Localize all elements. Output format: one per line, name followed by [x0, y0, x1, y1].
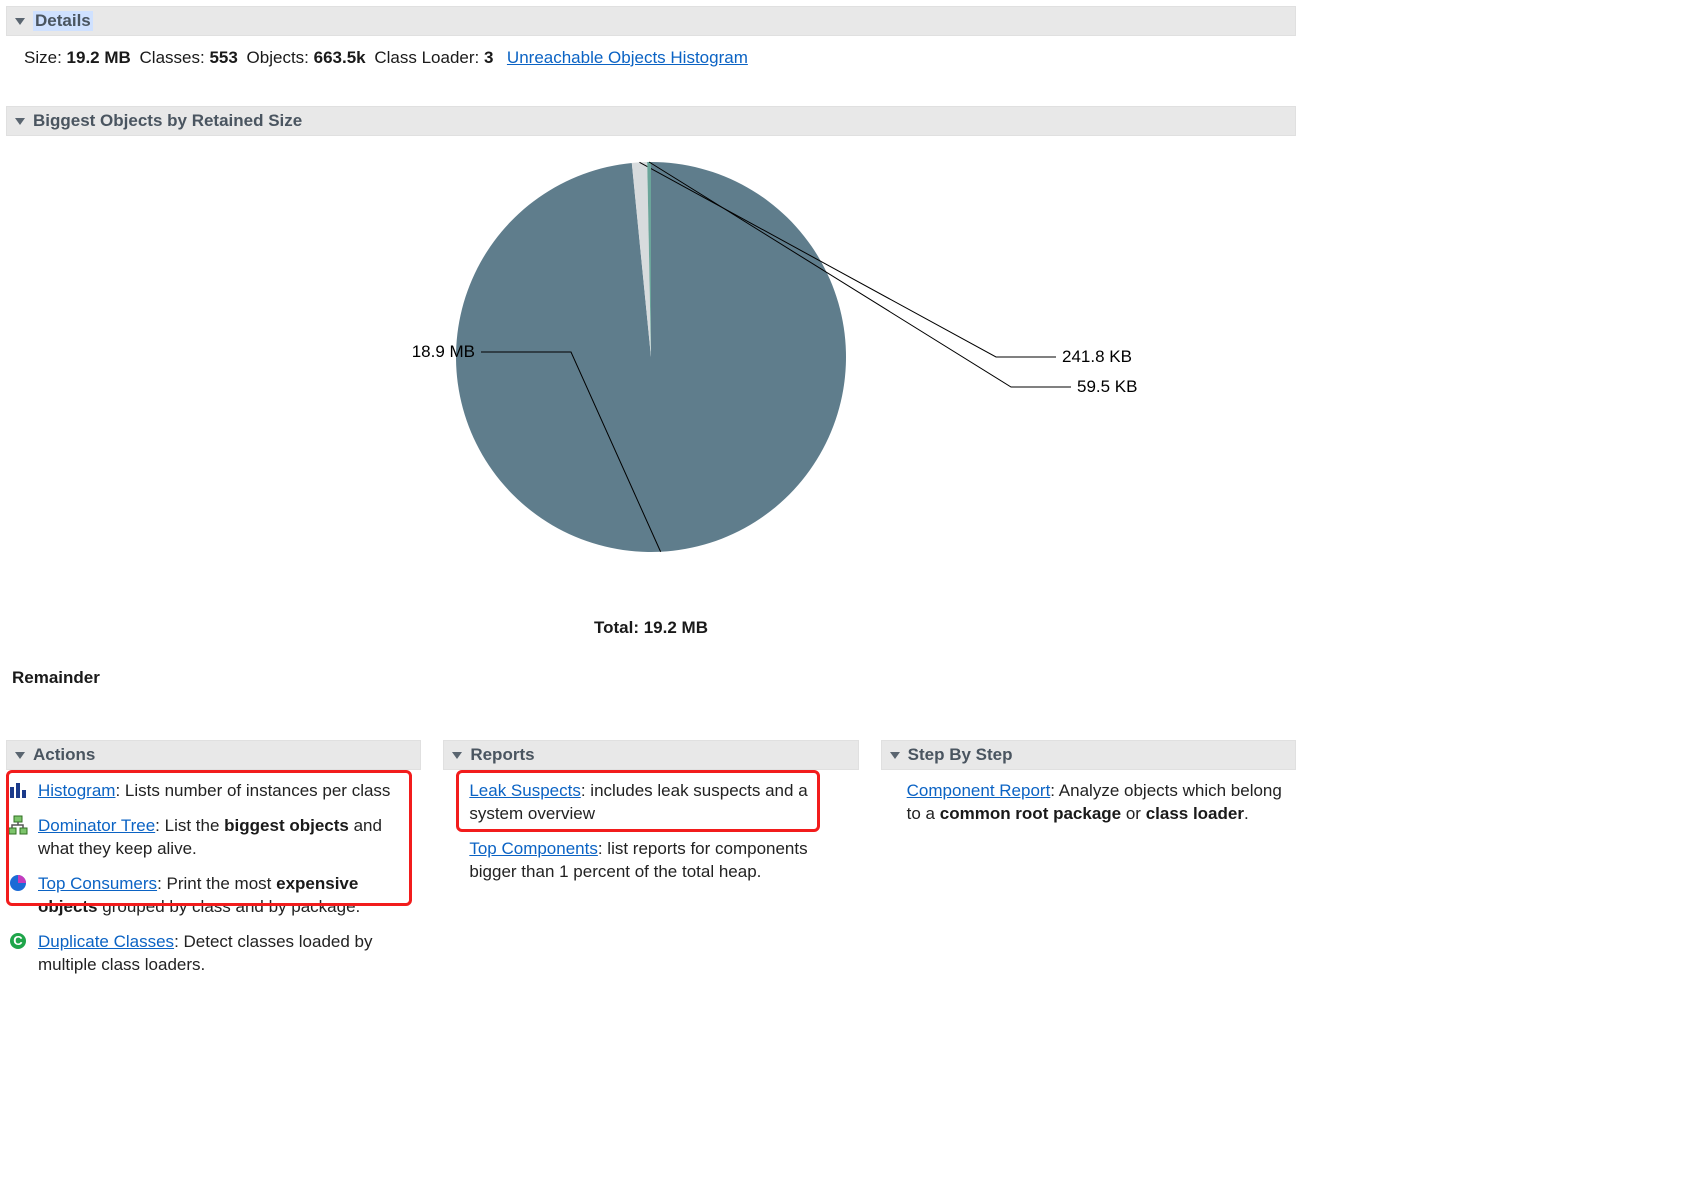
list-item-text: Histogram: Lists number of instances per…: [38, 780, 419, 803]
list-item-text: Leak Suspects: includes leak suspects an…: [469, 780, 856, 826]
classloader-label: Class Loader:: [374, 48, 479, 67]
chevron-down-icon: [452, 752, 462, 759]
pie-slice-label: 241.8 KB: [1062, 347, 1132, 366]
list-item: Top Consumers: Print the most expensive …: [8, 873, 419, 919]
actions-column: Actions Histogram: Lists number of insta…: [6, 738, 421, 989]
svg-text:C: C: [13, 933, 23, 948]
action-bold: biggest objects: [224, 816, 349, 835]
classloader-value: 3: [484, 48, 493, 67]
action-desc: : Lists number of instances per class: [115, 781, 390, 800]
chart-total-label: Total: 19.2 MB: [6, 618, 1296, 638]
globe-icon: [8, 873, 28, 893]
list-item-text: Top Consumers: Print the most expensive …: [38, 873, 419, 919]
pie-slice: [456, 162, 846, 552]
details-summary: Size: 19.2 MB Classes: 553 Objects: 663.…: [6, 36, 1296, 76]
classes-label: Classes:: [140, 48, 205, 67]
section-header-details[interactable]: Details: [6, 6, 1296, 36]
step-desc: or: [1121, 804, 1146, 823]
objects-value: 663.5k: [314, 48, 366, 67]
chevron-down-icon: [890, 752, 900, 759]
section-title: Reports: [470, 745, 534, 765]
unreachable-histogram-link[interactable]: Unreachable Objects Histogram: [507, 48, 748, 67]
pie-chart: 18.9 MB 241.8 KB 59.5 KB: [6, 142, 1296, 612]
section-title: Details: [33, 11, 93, 31]
list-item: Dominator Tree: List the biggest objects…: [8, 815, 419, 861]
chevron-down-icon: [15, 118, 25, 125]
section-title: Step By Step: [908, 745, 1013, 765]
list-item-text: Duplicate Classes: Detect classes loaded…: [38, 931, 419, 977]
chevron-down-icon: [15, 18, 25, 25]
action-desc: grouped by class and by package.: [98, 897, 361, 916]
list-item: Histogram: Lists number of instances per…: [8, 780, 419, 803]
report-link[interactable]: Leak Suspects: [469, 781, 581, 800]
reports-column: Reports Leak Suspects: includes leak sus…: [443, 738, 858, 989]
step-link[interactable]: Component Report: [907, 781, 1051, 800]
list-item-text: Dominator Tree: List the biggest objects…: [38, 815, 419, 861]
action-link[interactable]: Dominator Tree: [38, 816, 155, 835]
action-link[interactable]: Histogram: [38, 781, 115, 800]
list-item-text: Component Report: Analyze objects which …: [907, 780, 1294, 826]
pie-slice-label: 18.9 MB: [412, 342, 475, 361]
step-desc: .: [1244, 804, 1249, 823]
duplicate-icon: C: [8, 931, 28, 951]
section-header-actions[interactable]: Actions: [6, 740, 421, 770]
list-item-text: Top Components: list reports for compone…: [469, 838, 856, 884]
stepbystep-column: Step By Step Component Report: Analyze o…: [881, 738, 1296, 989]
report-link[interactable]: Top Components: [469, 839, 598, 858]
action-desc: : List the: [155, 816, 224, 835]
action-link[interactable]: Top Consumers: [38, 874, 157, 893]
objects-label: Objects:: [247, 48, 309, 67]
chevron-down-icon: [15, 752, 25, 759]
tree-icon: [8, 815, 28, 835]
step-desc: common root package: [940, 804, 1121, 823]
section-header-reports[interactable]: Reports: [443, 740, 858, 770]
list-item: Top Components: list reports for compone…: [445, 838, 856, 884]
section-title: Actions: [33, 745, 95, 765]
size-label: Size:: [24, 48, 62, 67]
list-item: Component Report: Analyze objects which …: [883, 780, 1294, 826]
remainder-label: Remainder: [12, 668, 1296, 688]
action-link[interactable]: Duplicate Classes: [38, 932, 174, 951]
section-header-step[interactable]: Step By Step: [881, 740, 1296, 770]
list-item: C Duplicate Classes: Detect classes loade…: [8, 931, 419, 977]
classes-value: 553: [209, 48, 237, 67]
pie-slice-label: 59.5 KB: [1077, 377, 1138, 396]
step-desc: class loader: [1146, 804, 1244, 823]
action-desc: : Print the most: [157, 874, 276, 893]
size-value: 19.2 MB: [67, 48, 131, 67]
section-header-biggest[interactable]: Biggest Objects by Retained Size: [6, 106, 1296, 136]
list-item: Leak Suspects: includes leak suspects an…: [445, 780, 856, 826]
section-title: Biggest Objects by Retained Size: [33, 111, 302, 131]
histogram-icon: [8, 780, 28, 800]
